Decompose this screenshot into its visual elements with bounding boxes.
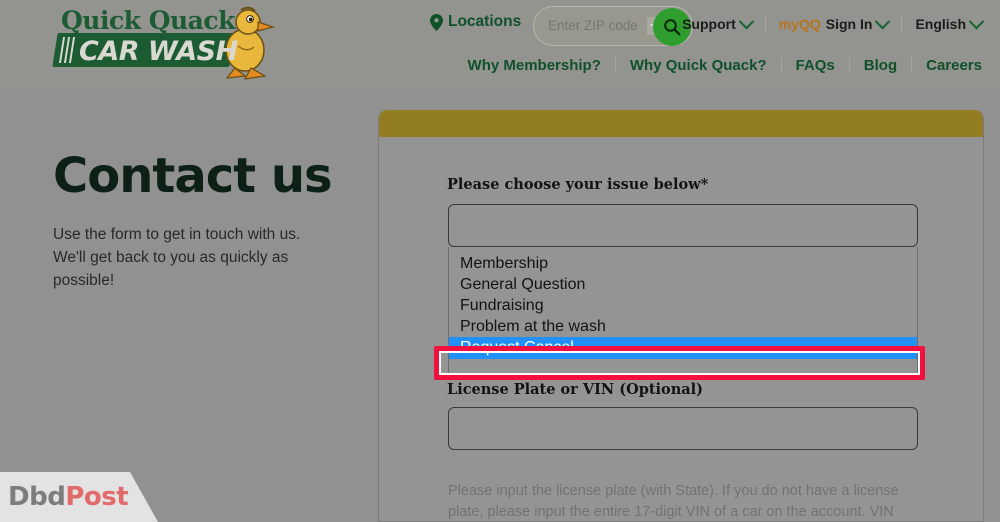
issue-select-box[interactable] [448,204,918,247]
chevron-down-icon [968,13,985,29]
issue-select-dropdown[interactable]: Membership General Question Fundraising … [448,247,918,379]
logo-line-1: Quick Quack [61,6,235,35]
nav-faqs[interactable]: FAQs [796,57,835,74]
nav-divider [764,15,766,33]
site-header: Quick Quack CAR WASH Locations Enter ZIP… [0,0,1000,88]
top-utility-nav: Support myQQ Sign In English [682,10,985,38]
nav-why-quick-quack[interactable]: Why Quick Quack? [630,57,767,74]
nav-myqq-brand: myQQ [778,16,821,32]
nav-myqq-signin[interactable]: myQQ Sign In [778,13,891,32]
nav-divider [614,56,616,74]
site-logo[interactable]: Quick Quack CAR WASH [52,4,275,80]
dropdown-option-fundraising[interactable]: Fundraising [449,295,917,316]
locations-link[interactable]: Locations [430,13,521,31]
nav-divider [911,56,913,74]
map-pin-icon [430,13,443,31]
logo-line-2: CAR WASH [79,36,238,67]
watermark-banner: DbdPost [0,472,158,522]
nav-divider [848,56,850,74]
intro-column: Contact us Use the form to get in touch … [53,148,353,292]
page-subtitle: Use the form to get in touch with us. We… [53,226,301,289]
nav-divider [901,15,903,33]
zip-search-input[interactable] [548,7,658,45]
plate-field-label: License Plate or VIN (Optional) [447,381,704,398]
nav-careers[interactable]: Careers [926,57,982,74]
logo-stripes-icon [58,37,77,63]
page-root: Quick Quack CAR WASH Locations Enter ZIP… [0,0,1000,522]
nav-support-label: Support [682,16,736,32]
nav-support[interactable]: Support [682,13,755,32]
dropdown-option-request-cancel[interactable]: Request Cancel [449,337,917,359]
nav-divider [780,56,782,74]
search-icon [664,19,681,36]
watermark-text: DbdPost [8,482,129,512]
nav-language-label: English [915,16,966,32]
watermark-part-2: Post [65,482,129,512]
locations-label: Locations [448,13,522,30]
dropdown-option-membership[interactable]: Membership [449,253,917,274]
nav-blog[interactable]: Blog [864,57,897,74]
nav-why-membership[interactable]: Why Membership? [468,57,601,74]
dropdown-option-problem-at-the-wash[interactable]: Problem at the wash [449,316,917,337]
contact-form-card: Please choose your issue below* Membersh… [378,110,984,522]
card-accent-bar [379,110,983,137]
plate-field-hint: Please input the license plate (with Sta… [448,483,899,520]
main-nav: Why Membership? Why Quick Quack? FAQs Bl… [468,52,982,78]
dropdown-option-general-question[interactable]: General Question [449,274,917,295]
chevron-down-icon [875,13,891,29]
issue-field-label: Please choose your issue below* [447,176,709,193]
watermark-part-1: Dbd [8,482,66,512]
nav-language[interactable]: English [915,13,985,32]
chevron-down-icon [738,13,755,29]
zip-search-group[interactable] [533,6,693,46]
nav-signin-label: Sign In [825,16,873,32]
license-plate-input[interactable] [448,407,918,450]
page-title: Contact us [53,148,333,204]
